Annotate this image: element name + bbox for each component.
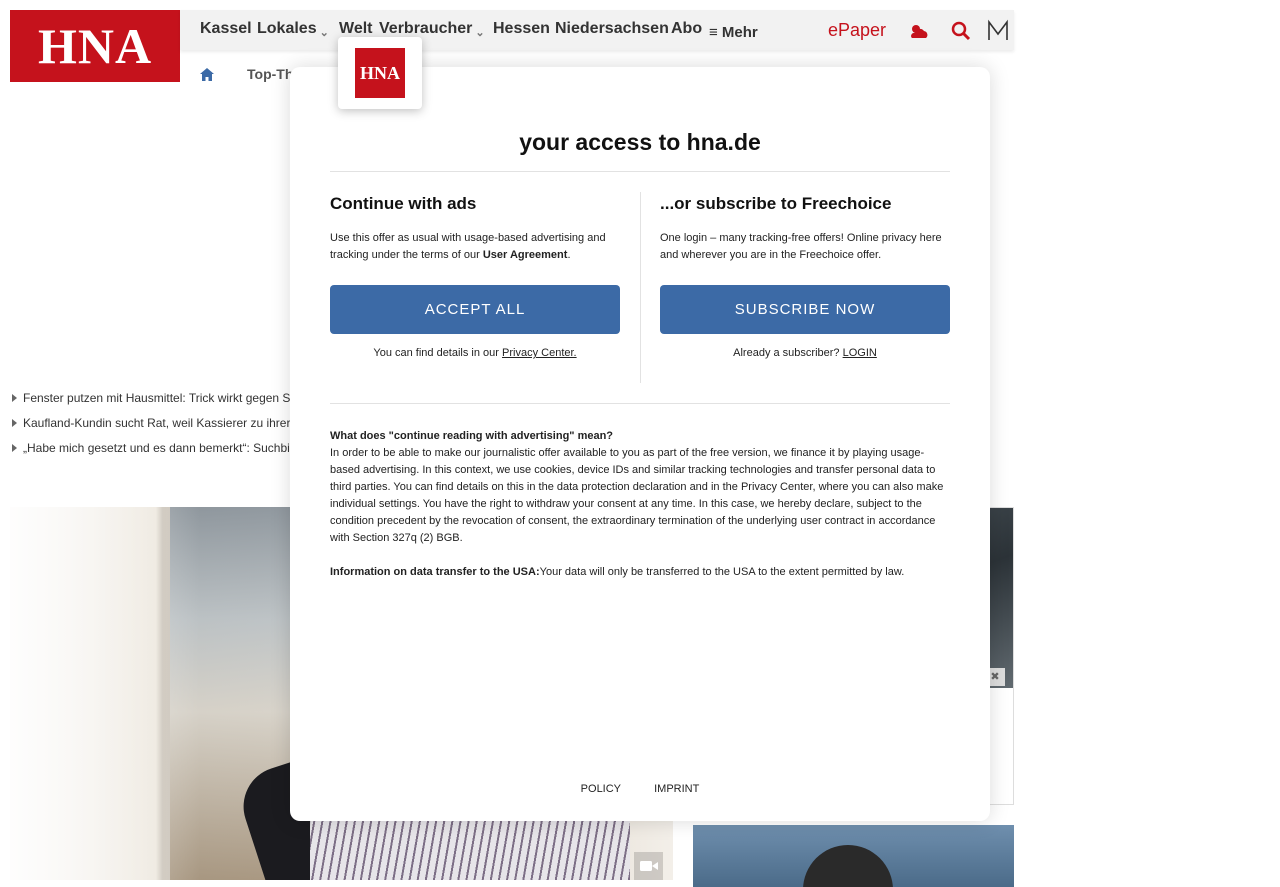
accept-all-button[interactable]: ACCEPT ALL [330,285,620,334]
nav-item-label: Abo [671,20,703,37]
nav-item-label: Hessen [493,20,550,37]
desc-suffix: . [567,249,571,261]
nav-item-label: Kassel [200,20,252,37]
subscribe-now-button[interactable]: SUBSCRIBE NOW [660,285,950,334]
dialog-title: your access to hna.de [519,129,761,155]
nav-more-label: Mehr [721,24,758,41]
search-icon[interactable] [948,18,974,44]
nav-item-kassel[interactable]: Kassel [200,20,252,38]
consent-info: What does "continue reading with adverti… [330,428,952,598]
nav-item-welt[interactable]: Welt [339,20,372,38]
teaser-list: Fenster putzen mit Hausmittel: Trick wir… [12,391,290,466]
divider [330,403,950,404]
chevron-down-icon: ⌄ [319,27,329,39]
teaser-link[interactable]: Fenster putzen mit Hausmittel: Trick wir… [12,391,290,416]
info-usa-body: Your data will only be transferred to th… [539,566,905,578]
privacy-center-link[interactable]: Privacy Center. [502,347,577,359]
subnav-top-themen[interactable]: Top-Th [247,66,293,82]
consent-dialog: your access to hna.de Continue with ads … [290,67,990,821]
option-subscribe-description: One login – many tracking-free offers! O… [660,232,942,261]
nav-item-niedersachsen[interactable]: Niedersachsen [555,20,669,38]
option-ads: Continue with ads Use this offer as usua… [330,194,620,359]
info-advertising-body: In order to be able to make our journali… [330,447,944,544]
user-agreement-text: User Agreement [482,249,568,261]
option-subscribe: ...or subscribe to Freechoice One login … [660,194,950,359]
column-divider [640,192,641,383]
hero-fade [10,507,200,880]
chevron-down-icon: ⌄ [475,27,485,39]
policy-link[interactable]: POLICY [581,783,621,795]
logo-text: HNA [37,18,153,74]
login-link[interactable]: LOGIN [843,347,877,359]
info-advertising: What does "continue reading with adverti… [330,428,952,547]
nav-item-lokales[interactable]: Lokales ⌄ [257,20,329,39]
sidebar-teaser-image[interactable] [693,825,1014,887]
divider [330,171,950,172]
dialog-logo: HNA [338,37,422,109]
privacy-note: You can find details in our Privacy Cent… [330,347,620,359]
teaser-link[interactable]: Kaufland-Kundin sucht Rat, weil Kassiere… [12,416,290,441]
merkliste-icon[interactable] [985,18,1011,44]
hna-logo[interactable]: HNA [10,10,180,82]
weather-icon[interactable] [906,18,932,44]
login-note: Already a subscriber? LOGIN [660,347,950,359]
option-ads-description: Use this offer as usual with usage-based… [330,230,620,270]
dialog-footer: POLICY IMPRINT [290,783,990,795]
note-text: Already a subscriber? [733,347,843,359]
nav-item-abo[interactable]: Abo [671,20,702,38]
imprint-link[interactable]: IMPRINT [654,783,699,795]
teaser-link[interactable]: „Habe mich gesetzt und es dann bemerkt“:… [12,441,290,466]
note-text: You can find details in our [373,347,503,359]
epaper-link[interactable]: ePaper [828,20,886,41]
nav-item-verbraucher[interactable]: Verbraucher ⌄ [379,20,485,39]
nav-item-label: Niedersachsen [555,20,669,37]
option-ads-heading: Continue with ads [330,194,477,213]
nav-more-button[interactable]: ≡ Mehr [709,24,758,41]
nav-item-hessen[interactable]: Hessen [493,20,550,38]
menu-icon: ≡ [709,24,722,41]
nav-item-label: Verbraucher [379,20,473,37]
main-navigation: Kassel Lokales ⌄ Welt Verbraucher ⌄ Hessen… [180,10,1014,50]
option-subscribe-heading: ...or subscribe to Freechoice [660,194,892,213]
nav-item-label: Welt [339,20,373,37]
info-advertising-title: What does "continue reading with adverti… [330,430,614,442]
home-icon[interactable] [199,66,215,82]
portrait-figure [803,845,893,887]
nav-item-label: Lokales [257,20,317,37]
dialog-logo-text: HNA [355,48,405,98]
info-usa-title: Information on data transfer to the USA: [330,566,540,578]
video-camera-icon [634,852,663,880]
info-usa-transfer: Information on data transfer to the USA:… [330,564,952,581]
